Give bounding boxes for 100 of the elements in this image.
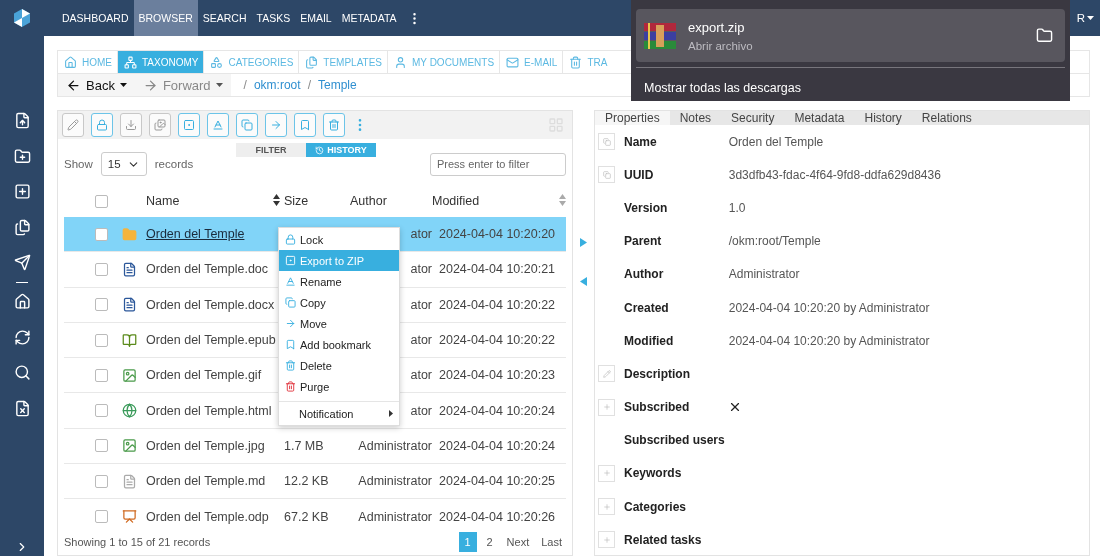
- row-checkbox[interactable]: [95, 439, 108, 453]
- refresh-icon[interactable]: [13, 328, 31, 346]
- details-tab[interactable]: Metadata: [784, 111, 855, 125]
- table-cell: ator: [410, 297, 432, 312]
- toolbar-button[interactable]: [323, 113, 345, 137]
- row-checkbox[interactable]: [95, 262, 108, 276]
- filter-field[interactable]: Press enter to filter: [430, 152, 566, 176]
- property-label: Created: [624, 300, 670, 315]
- details-tab[interactable]: History: [854, 111, 912, 125]
- submenu-arrow-icon: [389, 410, 393, 417]
- remove-file-icon[interactable]: [13, 399, 31, 417]
- table-cell-text: 2024-04-04 10:20:21: [438, 262, 557, 277]
- details-tab[interactable]: Properties: [595, 111, 670, 125]
- menu-item[interactable]: Notification: [279, 403, 399, 424]
- column-header[interactable]: Author: [350, 194, 432, 208]
- property-action-button[interactable]: [598, 398, 615, 416]
- menu-item[interactable]: Move: [279, 313, 399, 334]
- page-size-select[interactable]: 15: [100, 152, 147, 176]
- toolbar-button[interactable]: [207, 113, 229, 137]
- nav-menu-item[interactable]: BROWSER: [133, 0, 198, 36]
- row-checkbox[interactable]: [95, 368, 108, 382]
- breadcrumb-link[interactable]: okm:root: [253, 78, 301, 92]
- row-checkbox[interactable]: [95, 474, 108, 488]
- toolbar-button[interactable]: [178, 113, 200, 137]
- row-checkbox[interactable]: [95, 227, 108, 241]
- file-name[interactable]: Orden del Temple.jpg: [146, 438, 265, 453]
- row-checkbox[interactable]: [95, 333, 108, 347]
- select-all-checkbox[interactable]: [95, 194, 108, 208]
- word-document-icon: [122, 261, 137, 277]
- breadcrumb-link[interactable]: Temple: [317, 78, 357, 92]
- file-name[interactable]: Orden del Temple.odp: [146, 509, 269, 524]
- pagination-link[interactable]: Next: [502, 532, 534, 552]
- add-icon[interactable]: [13, 183, 31, 200]
- property-action-button[interactable]: [598, 531, 615, 549]
- pagination-link[interactable]: Last: [537, 532, 566, 552]
- show-all-downloads-link[interactable]: Mostrar todas las descargas: [636, 68, 1065, 95]
- menu-item[interactable]: Copy: [279, 292, 399, 313]
- property-action-button[interactable]: [598, 166, 615, 184]
- file-name[interactable]: Orden del Temple.md: [146, 474, 266, 489]
- nav-menu-item[interactable]: TASKS: [251, 0, 296, 36]
- sort-icon[interactable]: [273, 194, 280, 206]
- toolbar-button[interactable]: [265, 113, 287, 137]
- property-label: UUID: [624, 167, 655, 182]
- home-icon[interactable]: [13, 293, 31, 310]
- file-name[interactable]: Orden del Temple.docx: [146, 297, 275, 312]
- file-name[interactable]: Orden del Temple.html: [146, 403, 272, 418]
- row-checkbox[interactable]: [95, 404, 108, 418]
- records-summary: Showing 1 to 15 of 21 records: [64, 536, 211, 548]
- expand-right-icon[interactable]: [580, 238, 587, 247]
- column-header[interactable]: Name: [146, 194, 180, 208]
- property-action-button[interactable]: [598, 464, 615, 482]
- arrow-right-icon: [142, 77, 158, 93]
- property-action-button[interactable]: [598, 133, 615, 151]
- documents-icon[interactable]: [13, 218, 31, 236]
- property-label: Categories: [624, 499, 688, 514]
- property-action-button[interactable]: [598, 365, 615, 383]
- property-label: Subscribed users: [624, 433, 726, 448]
- file-name[interactable]: Orden del Temple.doc: [146, 262, 269, 277]
- trash-icon: [569, 55, 583, 69]
- row-checkbox[interactable]: [95, 298, 108, 312]
- menu-item[interactable]: Delete: [279, 355, 399, 376]
- details-tab[interactable]: Security: [721, 111, 785, 125]
- logo-icon: [12, 8, 32, 28]
- folder-icon[interactable]: [1036, 27, 1053, 44]
- toolbar-button[interactable]: [294, 113, 316, 137]
- menu-item[interactable]: Add bookmark: [279, 334, 399, 355]
- nav-menu-item[interactable]: METADATA: [336, 0, 402, 36]
- table-cell: ator: [410, 403, 432, 418]
- download-item[interactable]: export.zip Abrir archivo: [636, 9, 1065, 62]
- pagination-link[interactable]: 2: [480, 532, 499, 552]
- details-tab[interactable]: Notes: [669, 111, 722, 125]
- nav-menu-item[interactable]: EMAIL: [295, 0, 337, 36]
- file-name[interactable]: Orden del Temple: [146, 227, 245, 242]
- column-header[interactable]: Modified: [432, 194, 480, 208]
- nav-menu-item[interactable]: SEARCH: [197, 0, 252, 36]
- caret-icon[interactable]: [1087, 16, 1094, 20]
- menu-item[interactable]: Purge: [279, 376, 399, 397]
- search-icon[interactable]: [13, 364, 31, 381]
- toolbar-button[interactable]: [236, 113, 258, 137]
- toolbar-button[interactable]: [91, 113, 113, 137]
- file-name[interactable]: Orden del Temple.gif: [146, 368, 262, 383]
- caret-icon[interactable]: [119, 83, 127, 87]
- file-name[interactable]: Orden del Temple.epub: [146, 333, 276, 348]
- upload-file-icon[interactable]: [13, 112, 31, 129]
- send-icon[interactable]: [13, 254, 31, 271]
- view-tab[interactable]: FILTER: [236, 143, 306, 157]
- menu-item[interactable]: Rename: [279, 271, 399, 292]
- column-header[interactable]: Size: [284, 194, 350, 208]
- property-value: 3d3dfb43-fdac-4f64-9fd8-ddfa629d8436: [728, 167, 941, 182]
- images-icon: [154, 119, 166, 131]
- property-action-button[interactable]: [598, 498, 615, 516]
- details-tab[interactable]: Relations: [911, 111, 982, 125]
- back-button[interactable]: Back: [58, 74, 135, 96]
- open-file-label: Abrir archivo: [688, 39, 753, 52]
- collapse-left-icon[interactable]: [580, 277, 587, 286]
- user-menu[interactable]: R: [1076, 0, 1100, 36]
- menu-item[interactable]: Lock: [279, 229, 399, 250]
- new-folder-icon[interactable]: [13, 147, 31, 165]
- nav-menu-item[interactable]: DASHBOARD: [57, 0, 134, 36]
- row-checkbox[interactable]: [95, 510, 108, 523]
